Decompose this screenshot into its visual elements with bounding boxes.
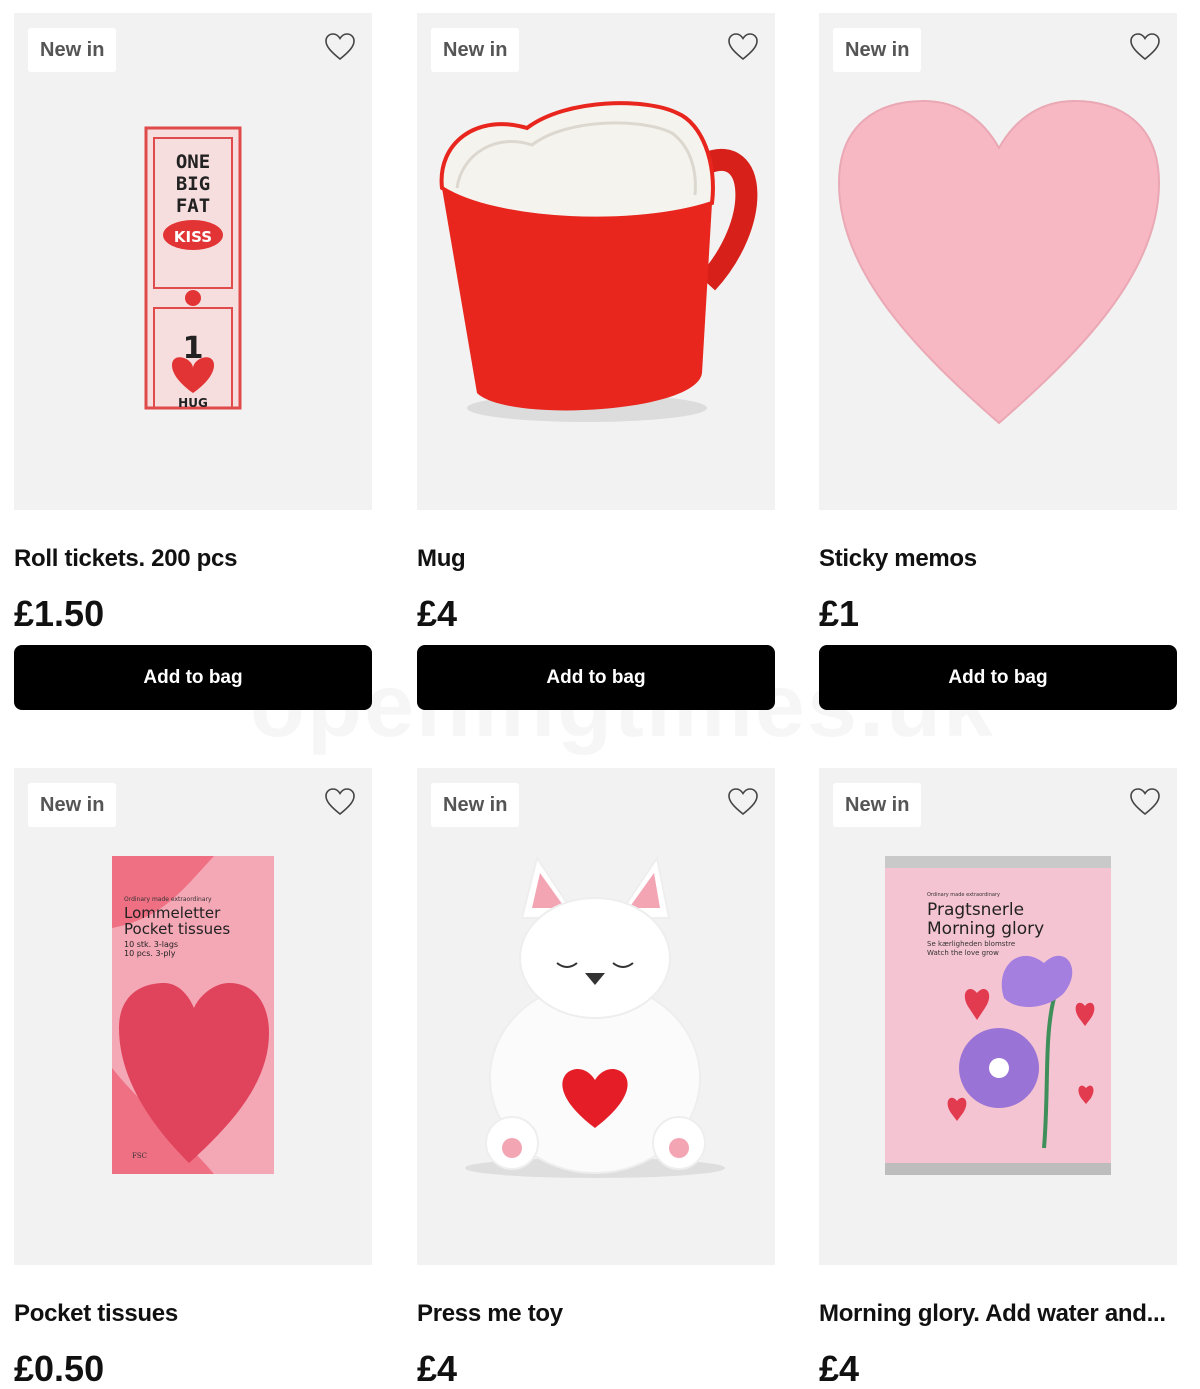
- new-in-badge: New in: [431, 783, 520, 827]
- roll-tickets-image: ONE BIG FAT KISS 1 HUG: [144, 126, 242, 410]
- favourite-heart-icon[interactable]: [727, 786, 759, 818]
- product-title[interactable]: Press me toy: [417, 1300, 775, 1328]
- art-text: 10 stk. 3-lags: [124, 940, 178, 949]
- sticky-memos-image: [837, 99, 1161, 425]
- art-text: Pragtsnerle: [927, 900, 1024, 920]
- product-image[interactable]: Ordinary made extraordinary Lommeletter …: [14, 768, 372, 1265]
- product-card[interactable]: New in Mug £4 Add to bag: [417, 13, 775, 710]
- art-text: BIG: [176, 173, 210, 195]
- product-image[interactable]: New in: [417, 13, 775, 510]
- product-title[interactable]: Mug: [417, 545, 775, 573]
- favourite-heart-icon[interactable]: [324, 786, 356, 818]
- product-price: £4: [417, 1348, 458, 1389]
- art-text: FAT: [176, 195, 210, 217]
- art-text: 10 pcs. 3-ply: [124, 949, 176, 958]
- art-text: Ordinary made extraordinary: [927, 892, 1000, 898]
- product-card[interactable]: ONE BIG FAT KISS 1 HUG New in Roll ticke…: [14, 13, 372, 710]
- product-title[interactable]: Pocket tissues: [14, 1300, 372, 1328]
- morning-glory-can-image: Ordinary made extraordinary Pragtsnerle …: [885, 856, 1111, 1175]
- art-text: FSC: [132, 1152, 147, 1160]
- new-in-badge: New in: [28, 28, 117, 72]
- product-price: £1: [819, 593, 860, 634]
- press-me-toy-image: [465, 855, 725, 1178]
- new-in-badge: New in: [833, 783, 922, 827]
- product-card[interactable]: New in Sticky memos £1 Add to bag: [819, 13, 1177, 710]
- art-text: Watch the love grow: [927, 949, 999, 957]
- mug-image: [439, 101, 758, 422]
- art-text: Ordinary made extraordinary: [124, 896, 212, 903]
- new-in-badge: New in: [431, 28, 520, 72]
- product-card[interactable]: Ordinary made extraordinary Lommeletter …: [14, 768, 372, 1389]
- pocket-tissues-image: Ordinary made extraordinary Lommeletter …: [112, 856, 274, 1174]
- product-image[interactable]: New in: [417, 768, 775, 1265]
- new-in-badge: New in: [28, 783, 117, 827]
- product-price: £1.50: [14, 593, 105, 634]
- product-image[interactable]: Ordinary made extraordinary Pragtsnerle …: [819, 768, 1177, 1265]
- add-to-bag-button[interactable]: Add to bag: [819, 645, 1177, 710]
- product-card[interactable]: New in Press me toy £4: [417, 768, 775, 1389]
- art-text: Pocket tissues: [124, 920, 230, 938]
- product-title[interactable]: Morning glory. Add water and...: [819, 1300, 1177, 1328]
- art-text: Se kærligheden blomstre: [927, 940, 1015, 948]
- favourite-heart-icon[interactable]: [727, 31, 759, 63]
- product-title[interactable]: Sticky memos: [819, 545, 1177, 573]
- art-text: ONE: [176, 151, 210, 173]
- art-text: Morning glory: [927, 919, 1044, 939]
- favourite-heart-icon[interactable]: [1129, 786, 1161, 818]
- product-price: £4: [819, 1348, 860, 1389]
- add-to-bag-button[interactable]: Add to bag: [14, 645, 372, 710]
- art-text: HUG: [178, 396, 208, 410]
- product-price: £4: [417, 593, 458, 634]
- product-card[interactable]: Ordinary made extraordinary Pragtsnerle …: [819, 768, 1177, 1389]
- product-image[interactable]: ONE BIG FAT KISS 1 HUG New in: [14, 13, 372, 510]
- product-title[interactable]: Roll tickets. 200 pcs: [14, 545, 372, 573]
- product-image[interactable]: New in: [819, 13, 1177, 510]
- product-price: £0.50: [14, 1348, 105, 1389]
- new-in-badge: New in: [833, 28, 922, 72]
- favourite-heart-icon[interactable]: [324, 31, 356, 63]
- art-text: KISS: [174, 228, 212, 246]
- favourite-heart-icon[interactable]: [1129, 31, 1161, 63]
- add-to-bag-button[interactable]: Add to bag: [417, 645, 775, 710]
